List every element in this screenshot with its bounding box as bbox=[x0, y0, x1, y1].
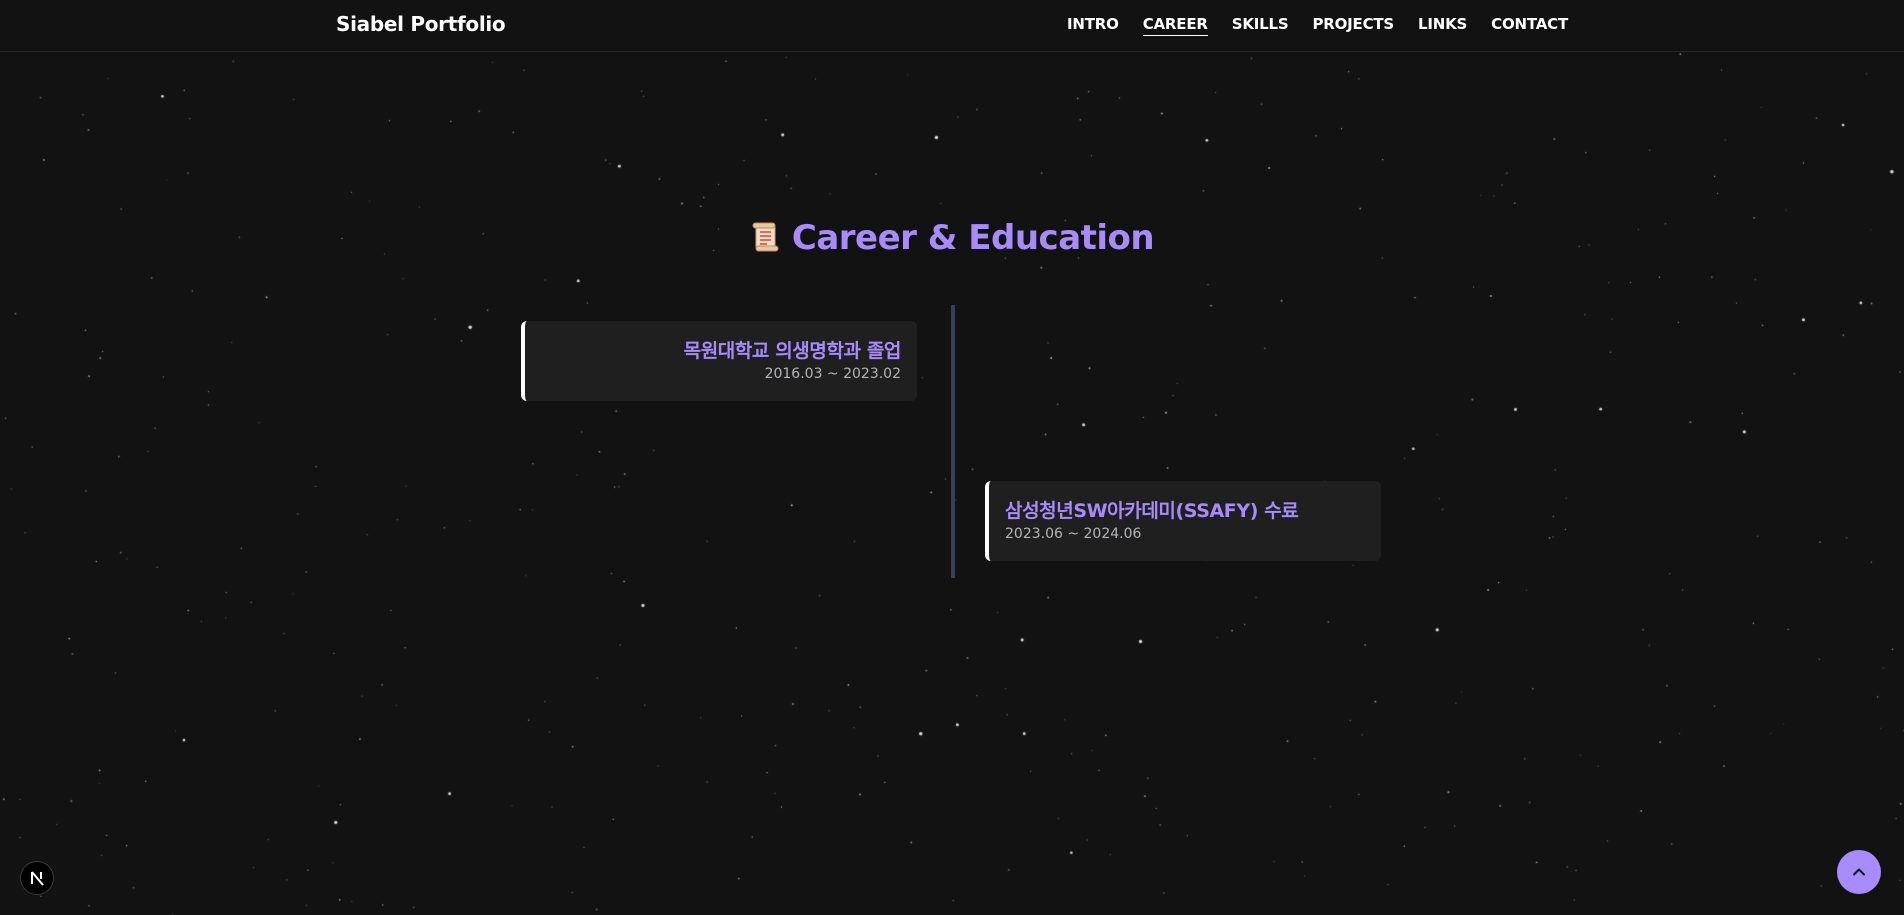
section-title: Career & Education bbox=[0, 218, 1904, 258]
nav-item-skills[interactable]: SKILLS bbox=[1232, 15, 1289, 36]
scroll-top-button[interactable] bbox=[1837, 850, 1881, 894]
nextjs-logo-icon[interactable] bbox=[20, 861, 54, 895]
top-navigation-bar: Siabel Portfolio INTRO CAREER SKILLS PRO… bbox=[0, 0, 1904, 52]
timeline-card-period: 2016.03 ~ 2023.02 bbox=[764, 366, 901, 382]
main-nav: INTRO CAREER SKILLS PROJECTS LINKS CONTA… bbox=[1067, 15, 1568, 36]
brand-logo[interactable]: Siabel Portfolio bbox=[336, 12, 506, 36]
timeline-card-title: 목원대학교 의생명학과 졸업 bbox=[683, 340, 902, 362]
timeline-card-title: 삼성청년SW아카데미(SSAFY) 수료 bbox=[1005, 500, 1299, 522]
timeline-card-education: 목원대학교 의생명학과 졸업 2016.03 ~ 2023.02 bbox=[521, 321, 917, 401]
section-title-text: Career & Education bbox=[791, 218, 1155, 258]
timeline-line bbox=[951, 305, 955, 578]
timeline-card-period: 2023.06 ~ 2024.06 bbox=[1005, 526, 1142, 542]
timeline-card-ssafy: 삼성청년SW아카데미(SSAFY) 수료 2023.06 ~ 2024.06 bbox=[985, 481, 1381, 561]
portfolio-page: Siabel Portfolio INTRO CAREER SKILLS PRO… bbox=[0, 0, 1904, 915]
nav-item-projects[interactable]: PROJECTS bbox=[1312, 15, 1394, 36]
nav-item-links[interactable]: LINKS bbox=[1418, 15, 1467, 36]
nav-item-intro[interactable]: INTRO bbox=[1067, 15, 1119, 36]
scroll-icon bbox=[750, 221, 780, 253]
nav-item-contact[interactable]: CONTACT bbox=[1491, 15, 1568, 36]
nav-item-career[interactable]: CAREER bbox=[1142, 15, 1208, 36]
chevron-up-icon bbox=[1851, 864, 1867, 880]
